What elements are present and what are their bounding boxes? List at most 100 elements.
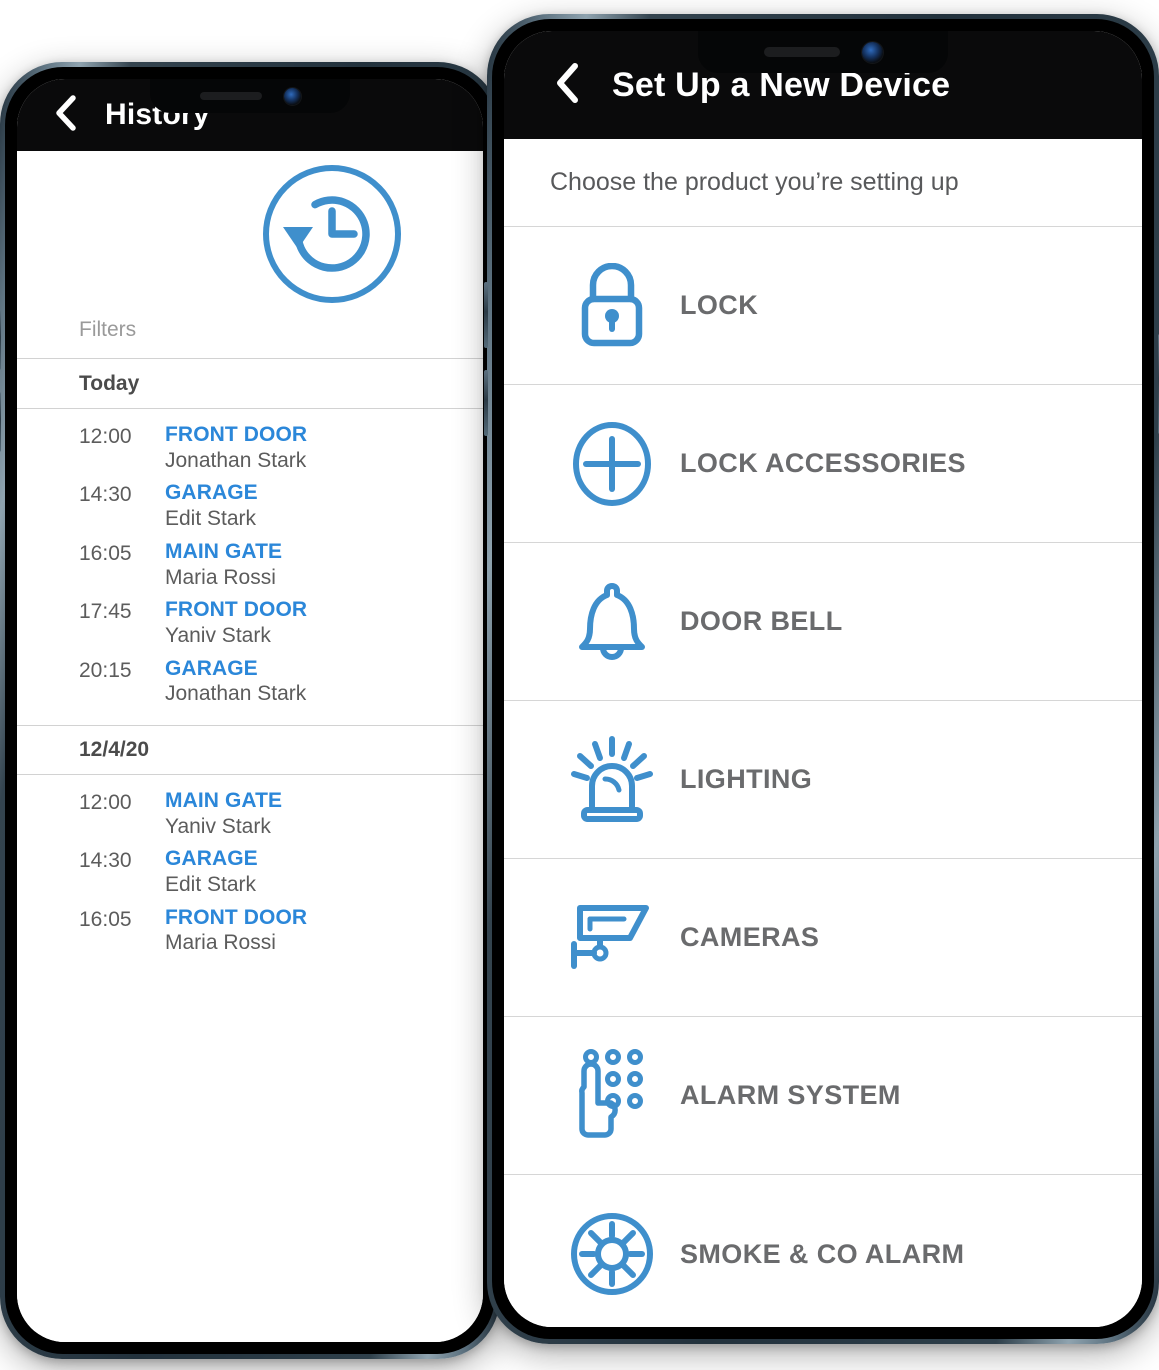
entry-detail: GARAGE Jonathan Stark xyxy=(165,657,306,707)
screen-history: History Filters Today 12:00 FRONT DOOR J… xyxy=(17,79,483,1342)
device-option-lock-accessories[interactable]: LOCK ACCESSORIES xyxy=(504,385,1142,543)
device-label: SMOKE & CO ALARM xyxy=(680,1238,965,1269)
list-item[interactable]: 17:45 FRONT DOOR Yaniv Stark xyxy=(17,598,483,656)
security-camera-icon xyxy=(571,904,649,969)
entry-user: Maria Rossi xyxy=(165,931,276,955)
back-button[interactable] xyxy=(53,93,79,138)
notch-left xyxy=(150,79,350,113)
entry-user: Edit Stark xyxy=(165,507,257,531)
device-icon-wrap xyxy=(552,262,672,349)
filters-row[interactable]: Filters xyxy=(17,301,483,359)
device-label: LIGHTING xyxy=(680,764,813,794)
entry-detail: MAIN GATE Yaniv Stark xyxy=(165,789,282,839)
chevron-left-icon xyxy=(557,62,578,103)
earpiece-speaker-icon xyxy=(199,92,262,100)
setup-subtitle-label: Choose the product you’re setting up xyxy=(550,168,959,196)
entry-user: Yaniv Stark xyxy=(165,623,271,647)
entry-place: GARAGE xyxy=(165,481,258,505)
entry-time: 17:45 xyxy=(79,600,132,624)
volume-down-button[interactable] xyxy=(484,370,488,436)
device-label: CAMERAS xyxy=(680,922,820,952)
device-label: LOCK xyxy=(680,290,759,320)
section-header-date: 12/4/20 xyxy=(17,724,483,775)
setup-content: Choose the product you’re setting up LOC… xyxy=(504,139,1142,1327)
device-option-cameras[interactable]: CAMERAS xyxy=(504,859,1142,1017)
entry-time: 20:15 xyxy=(79,658,132,682)
entry-place: MAIN GATE xyxy=(165,539,283,563)
setup-subtitle: Choose the product you’re setting up xyxy=(504,139,1142,227)
hand-keypad-icon xyxy=(579,1048,643,1138)
history-content: Filters Today 12:00 FRONT DOOR Jonathan … xyxy=(17,151,483,1342)
entry-place: FRONT DOOR xyxy=(165,423,308,446)
padlock-icon xyxy=(581,262,643,346)
volume-down-button[interactable] xyxy=(0,392,1,452)
device-label: ALARM SYSTEM xyxy=(680,1080,901,1110)
smoke-detector-icon xyxy=(571,1213,653,1295)
entry-place: MAIN GATE xyxy=(165,788,283,812)
device-icon-wrap xyxy=(552,1045,672,1147)
volume-up-button[interactable] xyxy=(484,282,488,348)
entry-place: GARAGE xyxy=(165,656,258,680)
section-header-today: Today xyxy=(17,359,483,409)
device-label: DOOR BELL xyxy=(680,606,843,636)
section-header-label: Today xyxy=(79,371,140,395)
entry-user: Edit Stark xyxy=(165,873,257,897)
history-icon-area xyxy=(17,151,483,303)
list-item[interactable]: 16:05 FRONT DOOR Maria Rossi xyxy=(17,906,483,964)
device-option-door-bell[interactable]: DOOR BELL xyxy=(504,543,1142,701)
list-item[interactable]: 16:05 MAIN GATE Maria Rossi xyxy=(17,540,483,598)
entry-user: Maria Rossi xyxy=(165,565,276,589)
entry-time: 16:05 xyxy=(79,541,132,565)
entry-time: 16:05 xyxy=(79,907,132,931)
bell-icon xyxy=(579,582,645,660)
filters-label: Filters xyxy=(79,317,137,341)
list-item[interactable]: 14:30 GARAGE Edit Stark xyxy=(17,481,483,539)
device-option-lock[interactable]: LOCK xyxy=(504,227,1142,385)
entry-time: 12:00 xyxy=(79,790,132,814)
screen-setup: Set Up a New Device Choose the product y… xyxy=(504,31,1142,1327)
history-clock-icon xyxy=(263,165,401,303)
device-label: LOCK ACCESSORIES xyxy=(680,448,966,478)
section-header-label: 12/4/20 xyxy=(79,737,150,761)
entry-detail: FRONT DOOR Yaniv Stark xyxy=(165,598,307,648)
notch-right xyxy=(698,31,948,73)
device-option-smoke-co-alarm[interactable]: SMOKE & CO ALARM xyxy=(504,1175,1142,1327)
entry-detail: FRONT DOOR Maria Rossi xyxy=(165,906,307,956)
earpiece-speaker-icon xyxy=(763,47,840,57)
phone-bezel-right: Set Up a New Device Choose the product y… xyxy=(492,19,1154,1339)
plus-circle-icon xyxy=(573,421,651,506)
entry-user: Jonathan Stark xyxy=(165,448,307,472)
entry-detail: GARAGE Edit Stark xyxy=(165,481,258,531)
phone-bezel-left: History Filters Today 12:00 FRONT DOOR J… xyxy=(5,67,495,1354)
volume-up-button[interactable] xyxy=(0,310,1,370)
list-item[interactable]: 14:30 GARAGE Edit Stark xyxy=(17,847,483,905)
siren-light-icon xyxy=(571,735,653,822)
entry-time: 14:30 xyxy=(79,849,132,873)
entry-time: 14:30 xyxy=(79,483,132,507)
phone-device-history: History Filters Today 12:00 FRONT DOOR J… xyxy=(0,62,503,1359)
entry-user: Jonathan Stark xyxy=(165,682,307,706)
front-camera-icon xyxy=(283,87,301,105)
list-item[interactable]: 12:00 MAIN GATE Yaniv Stark xyxy=(17,789,483,847)
entry-place: GARAGE xyxy=(165,847,258,871)
history-group-today: 12:00 FRONT DOOR Jonathan Stark 14:30 GA… xyxy=(17,409,483,725)
device-icon-wrap xyxy=(552,1210,672,1298)
entry-time: 12:00 xyxy=(79,425,132,448)
front-camera-icon xyxy=(861,41,883,63)
list-item[interactable]: 20:15 GARAGE Jonathan Stark xyxy=(17,657,483,715)
chevron-left-icon xyxy=(56,94,76,131)
entry-detail: FRONT DOOR Jonathan Stark xyxy=(165,423,307,473)
entry-detail: MAIN GATE Maria Rossi xyxy=(165,540,282,590)
entry-detail: GARAGE Edit Stark xyxy=(165,847,258,897)
device-icon-wrap xyxy=(552,734,672,826)
entry-place: FRONT DOOR xyxy=(165,905,308,929)
entry-user: Yaniv Stark xyxy=(165,814,271,838)
list-item[interactable]: 12:00 FRONT DOOR Jonathan Stark xyxy=(17,423,483,481)
device-icon-wrap xyxy=(552,898,672,978)
device-option-alarm-system[interactable]: ALARM SYSTEM xyxy=(504,1017,1142,1175)
entry-place: FRONT DOOR xyxy=(165,598,308,622)
device-option-lighting[interactable]: LIGHTING xyxy=(504,701,1142,859)
back-button[interactable] xyxy=(552,60,582,111)
device-icon-wrap xyxy=(552,421,672,507)
history-group-date: 12:00 MAIN GATE Yaniv Stark 14:30 GARAGE… xyxy=(17,775,483,974)
